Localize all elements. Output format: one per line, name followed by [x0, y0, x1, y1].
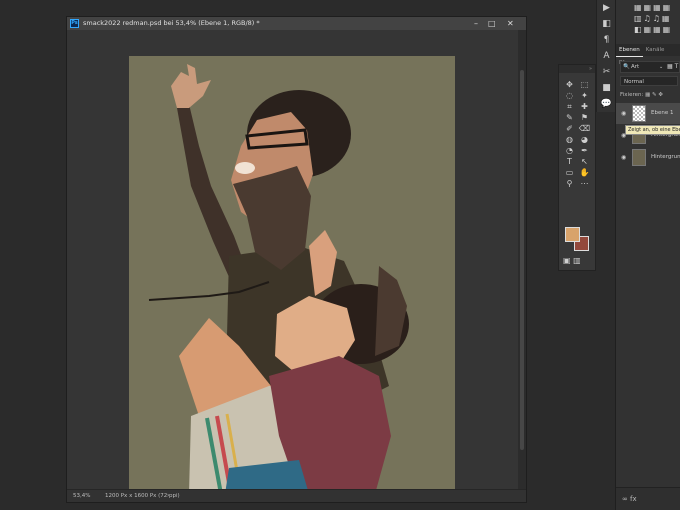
tool-button[interactable]: ✋ — [577, 167, 592, 178]
panel-toggle-icon[interactable]: ✂ — [597, 64, 616, 80]
panel-toggle-icon[interactable]: ■ — [597, 80, 616, 96]
panel-tabs: EbenenKanälePfa — [616, 44, 680, 66]
tooltip: Zeigt an, ob eine Ebene — [625, 125, 680, 135]
minimize-button[interactable]: – — [474, 17, 478, 30]
tool-grid: ✥ ⬚ ◌ ✦ ⌗ ✚ ✎ ⚑ ✐ ⌫ ◍ ◕ ◔ ✒ T ↖ ▭ ✋ ⚲ ⋯ — [562, 79, 592, 189]
layer-actions-icons[interactable]: ∞ fx — [622, 495, 637, 503]
document-window[interactable]: Ps smack2022 redman.psd bei 53,4% (Ebene… — [66, 16, 527, 503]
canvas-area[interactable] — [67, 30, 526, 494]
filter-kind-label: Art — [631, 64, 640, 70]
panel-icon-strip: ▶ ◧ ¶ A ✂ ■ 💬 — [596, 0, 616, 112]
tool-button[interactable]: ⌫ — [577, 123, 592, 134]
panel-toggle-icon[interactable]: ▶ — [597, 0, 616, 16]
tool-button[interactable]: ✐ — [562, 123, 577, 134]
layer-thumbnail — [632, 105, 646, 122]
layer-thumbnail — [632, 149, 646, 166]
layer-name: Ebene 1 — [651, 110, 674, 116]
vertical-scrollbar[interactable] — [518, 30, 526, 490]
tool-button[interactable]: ✥ — [562, 79, 577, 90]
status-arrow-icon[interactable]: › — [167, 490, 169, 502]
chevron-down-icon[interactable]: ⌄ — [659, 62, 663, 72]
tool-button[interactable]: ✎ — [562, 112, 577, 123]
tab-channels[interactable]: Kanäle — [643, 44, 668, 56]
tools-panel: » ✥ ⬚ ◌ ✦ ⌗ ✚ ✎ ⚑ ✐ ⌫ ◍ ◕ ◔ ✒ T ↖ ▭ ✋ ⚲ ⋯ ▣ ▥ — [558, 64, 596, 271]
maximize-button[interactable]: □ — [488, 17, 496, 30]
artwork-canvas[interactable] — [129, 56, 455, 494]
tool-button[interactable]: ⌗ — [562, 101, 577, 112]
tool-button[interactable]: ↖ — [577, 156, 592, 167]
tools-collapse-icon[interactable]: » — [559, 65, 595, 73]
swatch-row-2[interactable]: ▥♫♫▦ — [634, 14, 680, 23]
tool-button[interactable]: ⬚ — [577, 79, 592, 90]
document-title: smack2022 redman.psd bei 53,4% (Ebene 1,… — [83, 19, 260, 27]
status-bar: 53,4% 1200 Px x 1600 Px (72 ppi) › — [67, 489, 526, 502]
layer-filter[interactable]: 🔍 Art ⌄ ▦ T — [620, 61, 680, 73]
screen-mode-icons[interactable]: ▣ ▥ — [563, 256, 581, 265]
tool-button[interactable]: ◕ — [577, 134, 592, 145]
panel-toggle-icon[interactable]: ¶ — [597, 32, 616, 48]
lock-label: Fixieren: — [620, 92, 644, 98]
panel-toggle-icon[interactable]: ◧ — [597, 16, 616, 32]
close-button[interactable]: ✕ — [507, 17, 514, 30]
tool-button[interactable]: ◍ — [562, 134, 577, 145]
search-icon: 🔍 — [623, 64, 630, 70]
layer-row[interactable]: ◉ Ebene 1 — [616, 103, 680, 124]
tool-button[interactable]: ✦ — [577, 90, 592, 101]
blend-mode-select[interactable]: Normal — [620, 76, 678, 86]
caricature-illustration — [129, 56, 455, 494]
tool-button[interactable]: ✚ — [577, 101, 592, 112]
color-swatches[interactable] — [565, 227, 591, 251]
layers-panel: ▦▦▦▦ ▥♫♫▦ ◧▦▦▦ EbenenKanälePfa 🔍 Art ⌄ ▦… — [615, 0, 680, 510]
panel-toggle-icon[interactable]: 💬 — [597, 96, 616, 112]
document-titlebar[interactable]: Ps smack2022 redman.psd bei 53,4% (Ebene… — [67, 17, 526, 30]
panel-toggle-icon[interactable]: A — [597, 48, 616, 64]
lock-row: Fixieren: ▦ ✎ ✥ — [620, 91, 663, 100]
tool-button[interactable]: ✒ — [577, 145, 592, 156]
layers-panel-footer: ∞ fx — [616, 487, 680, 510]
photoshop-icon: Ps — [70, 19, 79, 28]
tool-button[interactable]: ▭ — [562, 167, 577, 178]
layer-row[interactable]: ◉ Hintergrund — [616, 147, 680, 168]
eye-icon[interactable]: ◉ — [621, 147, 626, 168]
tool-button[interactable]: ⚲ — [562, 178, 577, 189]
tab-layers[interactable]: Ebenen — [616, 44, 643, 57]
layer-name: Hintergrund — [651, 154, 680, 160]
filter-type-icons[interactable]: ▦ T — [667, 62, 678, 72]
tool-button[interactable]: ⚑ — [577, 112, 592, 123]
tool-button[interactable]: ◌ — [562, 90, 577, 101]
lock-icons[interactable]: ▦ ✎ ✥ — [645, 92, 663, 98]
tool-button[interactable]: T — [562, 156, 577, 167]
eye-icon[interactable]: ◉ — [621, 103, 626, 124]
swatch-row-3[interactable]: ◧▦▦▦ — [634, 25, 680, 34]
tool-button[interactable]: ⋯ — [577, 178, 592, 189]
zoom-level[interactable]: 53,4% — [73, 490, 90, 502]
swatch-row-1[interactable]: ▦▦▦▦ — [634, 3, 680, 12]
tool-button[interactable]: ◔ — [562, 145, 577, 156]
scrollbar-thumb[interactable] — [520, 70, 524, 450]
foreground-color-swatch[interactable] — [565, 227, 580, 242]
